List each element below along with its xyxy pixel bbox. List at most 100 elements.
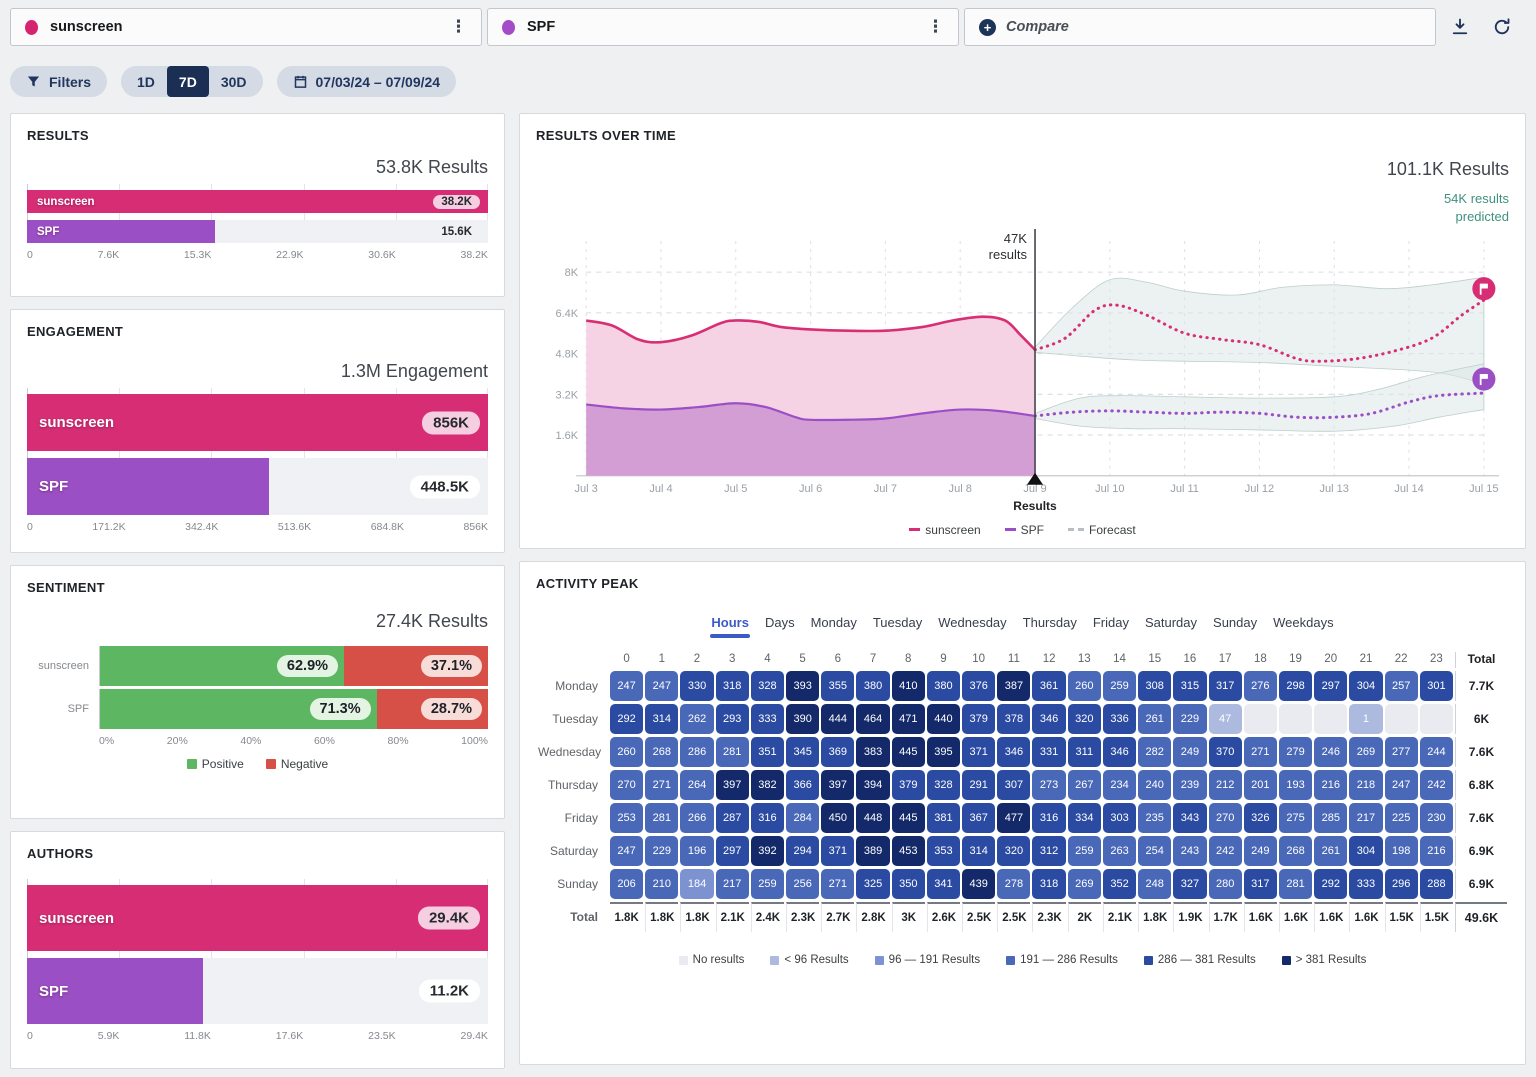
heatmap-cell[interactable]: 333 xyxy=(1349,869,1382,899)
heatmap-cell[interactable]: 297 xyxy=(1314,671,1347,701)
heatmap-cell[interactable]: 268 xyxy=(1279,836,1312,866)
heatmap-cell[interactable]: 269 xyxy=(1068,869,1101,899)
heatmap-cell[interactable]: 439 xyxy=(962,869,995,899)
heatmap-cell[interactable]: 257 xyxy=(1385,671,1418,701)
heatmap-cell[interactable]: 366 xyxy=(786,770,819,800)
heatmap-cell[interactable]: 316 xyxy=(1032,803,1065,833)
heatmap-cell[interactable]: 282 xyxy=(1138,737,1171,767)
tab-friday[interactable]: Friday xyxy=(1086,613,1136,638)
heatmap-cell[interactable]: 266 xyxy=(680,803,713,833)
heatmap-cell[interactable]: 320 xyxy=(1068,704,1101,734)
heatmap-cell[interactable]: 271 xyxy=(821,869,854,899)
heatmap-cell[interactable]: 346 xyxy=(1103,737,1136,767)
heatmap-cell[interactable]: 297 xyxy=(716,836,749,866)
heatmap-cell[interactable]: 201 xyxy=(1244,770,1277,800)
heatmap-cell[interactable]: 445 xyxy=(892,803,925,833)
heatmap-cell[interactable]: 277 xyxy=(1385,737,1418,767)
heatmap-cell[interactable]: 273 xyxy=(1032,770,1065,800)
heatmap-cell[interactable]: 345 xyxy=(786,737,819,767)
heatmap-cell[interactable]: 445 xyxy=(892,737,925,767)
heatmap-cell[interactable]: 279 xyxy=(1279,737,1312,767)
heatmap-cell[interactable]: 350 xyxy=(892,869,925,899)
heatmap-cell[interactable]: 440 xyxy=(927,704,960,734)
heatmap-cell[interactable]: 1 xyxy=(1349,704,1382,734)
heatmap-cell[interactable]: 336 xyxy=(1103,704,1136,734)
heatmap-cell[interactable]: 346 xyxy=(1032,704,1065,734)
heatmap-cell[interactable]: 448 xyxy=(856,803,889,833)
heatmap-cell[interactable]: 275 xyxy=(1279,803,1312,833)
heatmap-cell[interactable]: 379 xyxy=(962,704,995,734)
bar-row[interactable]: SPF 15.6K xyxy=(27,220,488,243)
tab-sunday[interactable]: Sunday xyxy=(1206,613,1264,638)
heatmap-cell[interactable] xyxy=(1420,704,1453,734)
tab-monday[interactable]: Monday xyxy=(804,613,864,638)
heatmap-cell[interactable]: 379 xyxy=(892,770,925,800)
heatmap-cell[interactable]: 244 xyxy=(1420,737,1453,767)
heatmap-cell[interactable]: 286 xyxy=(680,737,713,767)
heatmap-cell[interactable]: 333 xyxy=(751,704,784,734)
heatmap-cell[interactable]: 387 xyxy=(997,671,1030,701)
heatmap-cell[interactable]: 261 xyxy=(1138,704,1171,734)
bar-row[interactable]: SPF 448.5K xyxy=(27,458,488,515)
heatmap-cell[interactable]: 367 xyxy=(962,803,995,833)
bar-row[interactable]: SPF 11.2K xyxy=(27,958,488,1024)
tab-saturday[interactable]: Saturday xyxy=(1138,613,1204,638)
heatmap-cell[interactable]: 393 xyxy=(786,671,819,701)
heatmap-cell[interactable]: 394 xyxy=(856,770,889,800)
heatmap-cell[interactable]: 343 xyxy=(1173,803,1206,833)
heatmap-cell[interactable]: 242 xyxy=(1209,836,1242,866)
heatmap-cell[interactable]: 327 xyxy=(1173,869,1206,899)
heatmap-cell[interactable]: 381 xyxy=(927,803,960,833)
heatmap-cell[interactable]: 330 xyxy=(680,671,713,701)
heatmap-cell[interactable]: 240 xyxy=(1138,770,1171,800)
heatmap-cell[interactable]: 304 xyxy=(1349,671,1382,701)
heatmap-cell[interactable]: 249 xyxy=(1173,737,1206,767)
heatmap-cell[interactable]: 328 xyxy=(927,770,960,800)
heatmap-cell[interactable]: 292 xyxy=(610,704,643,734)
heatmap-cell[interactable]: 315 xyxy=(1173,671,1206,701)
heatmap-cell[interactable]: 259 xyxy=(1103,671,1136,701)
heatmap-cell[interactable]: 361 xyxy=(1032,671,1065,701)
heatmap-cell[interactable]: 308 xyxy=(1138,671,1171,701)
heatmap-cell[interactable]: 270 xyxy=(610,770,643,800)
heatmap-cell[interactable]: 217 xyxy=(1349,803,1382,833)
heatmap-cell[interactable]: 311 xyxy=(1068,737,1101,767)
heatmap-cell[interactable]: 262 xyxy=(680,704,713,734)
heatmap-cell[interactable] xyxy=(1385,704,1418,734)
heatmap-cell[interactable]: 239 xyxy=(1173,770,1206,800)
heatmap-cell[interactable]: 269 xyxy=(1349,737,1382,767)
heatmap-cell[interactable]: 210 xyxy=(645,869,678,899)
heatmap-cell[interactable]: 271 xyxy=(645,770,678,800)
heatmap-cell[interactable]: 380 xyxy=(927,671,960,701)
heatmap-cell[interactable]: 293 xyxy=(716,704,749,734)
heatmap-cell[interactable]: 278 xyxy=(997,869,1030,899)
heatmap-cell[interactable]: 331 xyxy=(1032,737,1065,767)
heatmap-cell[interactable]: 229 xyxy=(645,836,678,866)
heatmap-cell[interactable]: 264 xyxy=(680,770,713,800)
heatmap-cell[interactable]: 380 xyxy=(856,671,889,701)
heatmap-cell[interactable]: 371 xyxy=(962,737,995,767)
heatmap-cell[interactable]: 314 xyxy=(645,704,678,734)
heatmap-cell[interactable]: 217 xyxy=(716,869,749,899)
heatmap-cell[interactable]: 249 xyxy=(1244,836,1277,866)
heatmap-cell[interactable]: 328 xyxy=(751,671,784,701)
heatmap-cell[interactable]: 325 xyxy=(856,869,889,899)
bar-row[interactable]: sunscreen 856K xyxy=(27,394,488,451)
heatmap-cell[interactable]: 267 xyxy=(1068,770,1101,800)
heatmap-cell[interactable]: 216 xyxy=(1420,836,1453,866)
heatmap-cell[interactable]: 285 xyxy=(1314,803,1347,833)
heatmap-cell[interactable]: 247 xyxy=(610,671,643,701)
heatmap-cell[interactable]: 298 xyxy=(1279,671,1312,701)
heatmap-cell[interactable]: 369 xyxy=(821,737,854,767)
heatmap-cell[interactable]: 196 xyxy=(680,836,713,866)
heatmap-cell[interactable]: 370 xyxy=(1209,737,1242,767)
heatmap-cell[interactable]: 261 xyxy=(1314,836,1347,866)
heatmap-cell[interactable]: 392 xyxy=(751,836,784,866)
tab-days[interactable]: Days xyxy=(758,613,802,638)
heatmap-cell[interactable]: 206 xyxy=(610,869,643,899)
heatmap-cell[interactable]: 260 xyxy=(1068,671,1101,701)
sentiment-row[interactable]: 71.3% 28.7% xyxy=(99,689,488,729)
heatmap-cell[interactable]: 320 xyxy=(997,836,1030,866)
heatmap-cell[interactable]: 246 xyxy=(1314,737,1347,767)
heatmap-cell[interactable]: 281 xyxy=(1279,869,1312,899)
